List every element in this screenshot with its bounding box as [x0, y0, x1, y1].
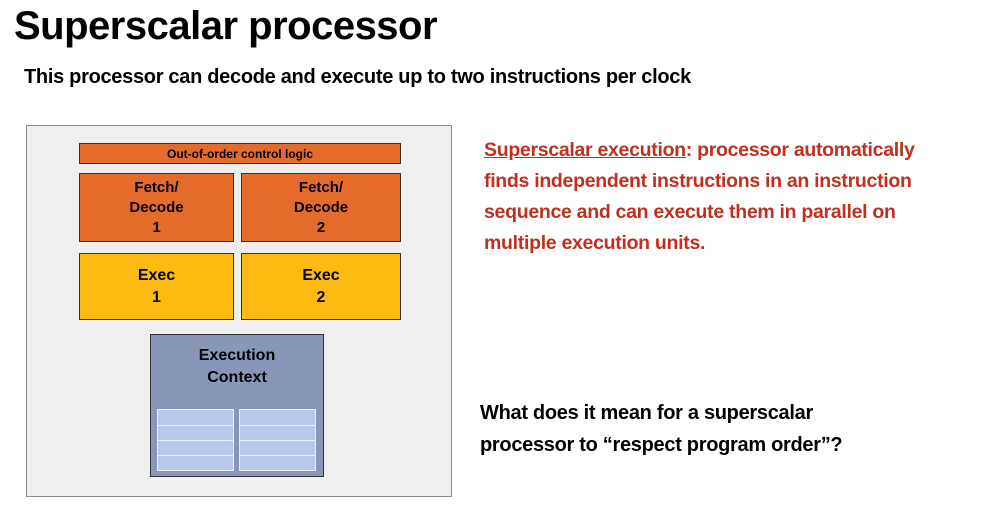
fetch-decode-1-line3: 1	[152, 218, 161, 236]
exec-2-line2: 2	[316, 288, 326, 306]
fetch-decode-1-line1: Fetch/	[134, 178, 179, 196]
program-order-question: What does it mean for a superscalar proc…	[480, 397, 980, 461]
out-of-order-control-logic-box: Out-of-order control logic	[79, 143, 401, 164]
definition-line-2: finds independent instructions in an ins…	[484, 170, 912, 192]
exec-2-box: Exec 2	[241, 253, 401, 320]
question-line-2: processor to “respect program order”?	[480, 434, 843, 456]
exec-1-box: Exec 1	[79, 253, 234, 320]
register-file-left	[157, 409, 234, 471]
slide-subtitle: This processor can decode and execute up…	[24, 66, 691, 88]
exec-2-line1: Exec	[302, 266, 340, 284]
fetch-decode-2-line1: Fetch/	[298, 178, 344, 196]
exec-1-line2: 1	[152, 288, 161, 306]
fetch-decode-2-line3: 2	[316, 218, 326, 236]
definition-line-4: multiple execution units.	[484, 232, 706, 254]
slide-title: Superscalar processor	[14, 4, 438, 48]
definition-line-1: : processor automatically	[685, 139, 915, 161]
control-logic-label: Out-of-order control logic	[167, 146, 313, 161]
register-file-right	[239, 409, 316, 471]
fetch-decode-2-box: Fetch/ Decode 2	[241, 173, 401, 242]
fetch-decode-1-line2: Decode	[129, 198, 184, 216]
definition-term: Superscalar execution	[484, 139, 686, 161]
fetch-decode-2-line2: Decode	[293, 198, 349, 216]
execution-context-line1: Execution	[198, 347, 276, 364]
execution-context-line2: Context	[207, 369, 267, 386]
question-line-1: What does it mean for a superscalar	[480, 402, 813, 424]
exec-1-line1: Exec	[137, 266, 176, 284]
fetch-decode-1-box: Fetch/ Decode 1	[79, 173, 234, 242]
definition-line-3: sequence and can execute them in paralle…	[484, 201, 896, 223]
superscalar-definition: Superscalar execution: processor automat…	[484, 135, 989, 259]
